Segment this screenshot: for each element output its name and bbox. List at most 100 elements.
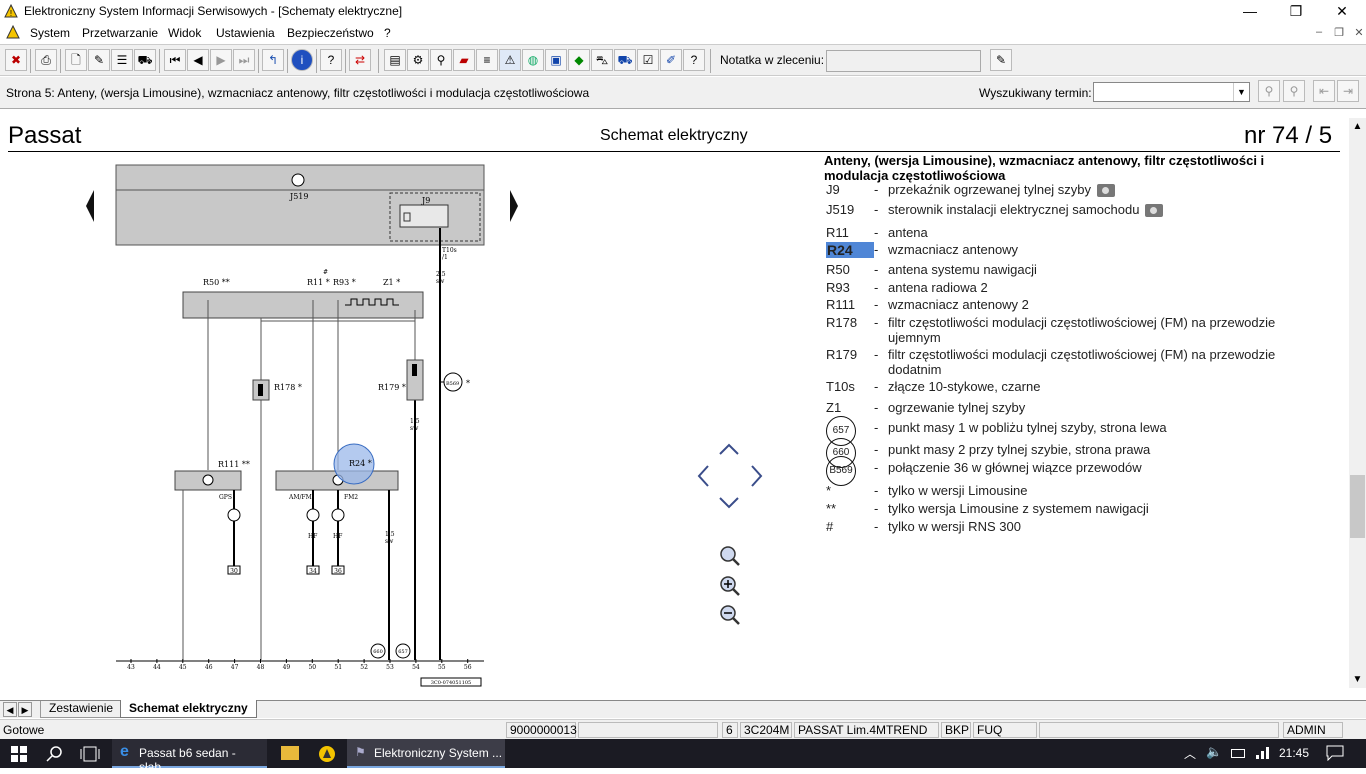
menu-widok[interactable]: Widok <box>168 26 201 40</box>
search-icon[interactable] <box>46 745 64 763</box>
label-r24: R24 * <box>349 459 372 468</box>
tab-schemat-elektryczny[interactable]: Schemat elektryczny <box>120 700 257 718</box>
scroll-up-icon[interactable]: ▲ <box>1349 118 1366 135</box>
title-bar: ! Elektroniczny System Informacji Serwis… <box>0 0 1366 24</box>
mass-point-symbol: B569 <box>826 456 856 486</box>
label-r11-hash: # <box>323 269 328 276</box>
legend-text: wzmacniacz antenowy <box>888 242 1298 257</box>
taskbar-task-browser[interactable]: e Passat b6 sedan - słab... <box>112 739 267 774</box>
label-m657: 657 <box>398 649 408 655</box>
jump-forward-icon[interactable]: ⇥ <box>1337 80 1359 102</box>
volume-icon[interactable]: 🔈 <box>1206 744 1222 760</box>
checklist-icon[interactable]: ☑ <box>637 49 659 71</box>
legend-text: punkt masy 1 w pobliżu tylnej szyby, str… <box>888 420 1298 435</box>
legend-dash: - <box>874 242 879 257</box>
tools-icon[interactable]: ✐ <box>660 49 682 71</box>
vertical-scrollbar[interactable]: ▲ ▼ <box>1349 118 1366 688</box>
print-icon[interactable]: ⎙ <box>35 49 57 71</box>
search-select[interactable]: ▼ <box>1093 82 1250 102</box>
menu-bezpieczenstwo[interactable]: Bezpieczeństwo <box>287 26 374 40</box>
globe-icon[interactable]: ◍ <box>522 49 544 71</box>
label-t10s-pin: /1 <box>442 254 448 261</box>
taskbar-task-elsa[interactable]: ⚑ Elektroniczny System ... <box>347 739 505 768</box>
battery-icon[interactable] <box>1231 749 1245 758</box>
manual-icon[interactable]: ▰ <box>453 49 475 71</box>
camera-icon[interactable] <box>1145 204 1164 218</box>
next-diagram-arrow-icon[interactable] <box>510 190 518 222</box>
camera-icon[interactable] <box>1097 184 1116 198</box>
wheel-icon[interactable]: ⚙ <box>407 49 429 71</box>
close-button[interactable]: ✕ <box>1319 0 1365 24</box>
vehicle-icon[interactable]: ⛟ <box>134 49 156 71</box>
help-icon[interactable]: ? <box>320 49 342 71</box>
windows-start-icon[interactable] <box>11 746 27 762</box>
car-info-icon[interactable]: ⛟ <box>614 49 636 71</box>
swap-icon[interactable]: ⇄ <box>349 49 371 71</box>
legend-text-value: przekaźnik ogrzewanej tylnej szyby <box>888 182 1092 197</box>
new-document-icon[interactable]: 🗋 <box>65 49 87 71</box>
search-next-icon[interactable]: ⚲ <box>1283 80 1305 102</box>
legend-text: tylko w wersji Limousine <box>888 483 1298 498</box>
menu-help[interactable]: ? <box>384 26 391 40</box>
mdi-close-button[interactable]: ✕ <box>1350 26 1366 42</box>
legend-code-highlighted[interactable]: R24 <box>826 242 874 258</box>
mdi-minimize-button[interactable]: – <box>1310 26 1328 42</box>
notes-icon[interactable]: ☰ <box>111 49 133 71</box>
tab-next-icon[interactable]: ▶ <box>18 702 32 717</box>
menu-ustawienia[interactable]: Ustawienia <box>216 26 275 40</box>
search-prev-icon[interactable]: ⚲ <box>1258 80 1280 102</box>
folder-icon[interactable] <box>281 746 299 760</box>
tab-zestawienie[interactable]: Zestawienie <box>40 701 123 718</box>
warning-tool-icon[interactable]: ⚠ <box>499 49 521 71</box>
last-page-icon[interactable]: ⏭ <box>233 49 255 71</box>
network-icon[interactable] <box>1256 747 1270 759</box>
bus-number: 44 <box>153 664 161 671</box>
status-ready: Gotowe <box>3 723 45 737</box>
note-edit-icon[interactable]: ✎ <box>990 49 1012 71</box>
tab-prev-icon[interactable]: ◀ <box>3 702 17 717</box>
help-doc-icon[interactable]: ? <box>683 49 705 71</box>
bus-number: 49 <box>283 664 291 671</box>
car-icon[interactable]: ⛍ <box>591 49 613 71</box>
menu-system[interactable]: System <box>30 26 70 40</box>
database-icon[interactable]: ▣ <box>545 49 567 71</box>
prev-diagram-arrow-icon[interactable] <box>86 190 94 222</box>
page-title: Strona 5: Anteny, (wersja Limousine), wz… <box>6 86 590 100</box>
list-icon[interactable]: ≡ <box>476 49 498 71</box>
first-page-icon[interactable]: ⏮ <box>164 49 186 71</box>
next-page-icon[interactable]: ▶ <box>210 49 232 71</box>
book-icon[interactable]: ▤ <box>384 49 406 71</box>
scroll-down-icon[interactable]: ▼ <box>1349 671 1366 688</box>
jump-back-icon[interactable]: ⇤ <box>1313 80 1335 102</box>
prev-page-icon[interactable]: ◀ <box>187 49 209 71</box>
task-view-icon[interactable] <box>80 745 100 763</box>
pan-right-icon[interactable] <box>751 465 763 487</box>
minimize-button[interactable]: — <box>1227 0 1273 24</box>
edit-document-icon[interactable]: ✎ <box>88 49 110 71</box>
chevron-down-icon[interactable]: ▼ <box>1233 83 1249 101</box>
menu-przetwarzanie[interactable]: Przetwarzanie <box>82 26 158 40</box>
note-input[interactable] <box>826 50 981 72</box>
back-icon[interactable]: ↰ <box>262 49 284 71</box>
zoom-fit-icon[interactable] <box>718 544 742 568</box>
zoom-out-icon[interactable] <box>718 603 742 627</box>
taskbar-app-icon[interactable] <box>318 745 336 763</box>
exit-icon[interactable]: ✖ <box>5 49 27 71</box>
guide-icon[interactable]: ◆ <box>568 49 590 71</box>
notifications-icon[interactable] <box>1326 745 1344 761</box>
pan-up-icon[interactable] <box>719 443 739 455</box>
legend-code: * <box>826 483 832 498</box>
info-icon[interactable]: i <box>291 49 313 71</box>
mdi-restore-button[interactable]: ❐ <box>1330 26 1348 42</box>
pan-left-icon[interactable] <box>697 465 709 487</box>
zoom-in-icon[interactable] <box>718 574 742 598</box>
scroll-thumb[interactable] <box>1350 475 1365 538</box>
restore-button[interactable]: ❐ <box>1273 0 1319 24</box>
bus-number: 48 <box>257 664 265 671</box>
tray-chevron-icon[interactable]: ︿ <box>1184 745 1196 762</box>
legend-dash: - <box>874 315 879 330</box>
status-c4: BKP <box>941 722 971 738</box>
component-icon[interactable]: ⚲ <box>430 49 452 71</box>
pan-down-icon[interactable] <box>719 497 739 509</box>
status-c3: PASSAT Lim.4MTREND 10 <box>794 722 939 751</box>
